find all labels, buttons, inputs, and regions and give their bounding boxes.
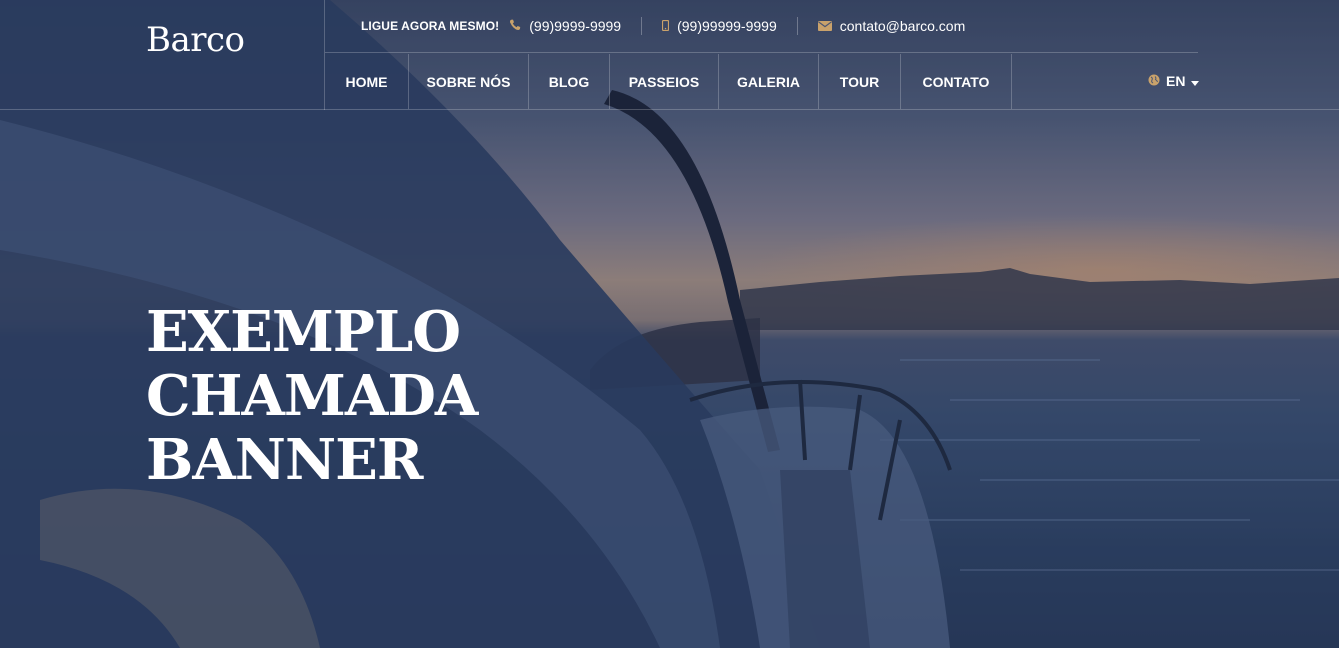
topbar-separator <box>641 17 643 35</box>
mobile-number: (99)99999-9999 <box>677 18 777 34</box>
contact-topbar: LIGUE AGORA MESMO! (99)9999-9999 (99)999… <box>325 0 1198 53</box>
email-contact[interactable]: contato@barco.com <box>817 18 966 34</box>
language-current: EN <box>1166 73 1186 89</box>
site-header: Barco LIGUE AGORA MESMO! (99)9999-9999 (… <box>0 0 1339 110</box>
call-now-label: LIGUE AGORA MESMO! <box>361 19 500 33</box>
banner-line: CHAMADA <box>146 363 478 429</box>
nav-item-passeios[interactable]: PASSEIOS <box>610 54 719 109</box>
language-selector[interactable]: EN <box>1148 73 1200 89</box>
mobile-icon <box>662 18 670 34</box>
phone-contact[interactable]: (99)9999-9999 <box>509 18 621 34</box>
nav-item-blog[interactable]: BLOG <box>529 54 610 109</box>
globe-icon <box>1148 73 1160 89</box>
topbar-separator <box>796 17 798 35</box>
site-logo[interactable]: Barco <box>146 20 245 60</box>
banner-line: EXEMPLO <box>146 299 461 365</box>
mobile-contact[interactable]: (99)99999-9999 <box>662 18 777 34</box>
caret-down-icon <box>1191 73 1200 89</box>
nav-item-contato[interactable]: CONTATO <box>901 54 1012 109</box>
envelope-icon <box>817 18 832 34</box>
banner-headline: EXEMPLO CHAMADA BANNER <box>146 299 478 493</box>
phone-icon <box>509 18 521 34</box>
nav-item-sobre-nos[interactable]: SOBRE NÓS <box>409 54 529 109</box>
banner-line: BANNER <box>146 427 423 493</box>
nav-item-galeria[interactable]: GALERIA <box>719 54 819 109</box>
email-address: contato@barco.com <box>839 18 966 34</box>
phone-number: (99)9999-9999 <box>529 18 622 34</box>
nav-item-home[interactable]: HOME <box>325 54 409 109</box>
main-navigation: HOME SOBRE NÓS BLOG PASSEIOS GALERIA TOU… <box>325 54 1012 109</box>
nav-item-tour[interactable]: TOUR <box>819 54 901 109</box>
